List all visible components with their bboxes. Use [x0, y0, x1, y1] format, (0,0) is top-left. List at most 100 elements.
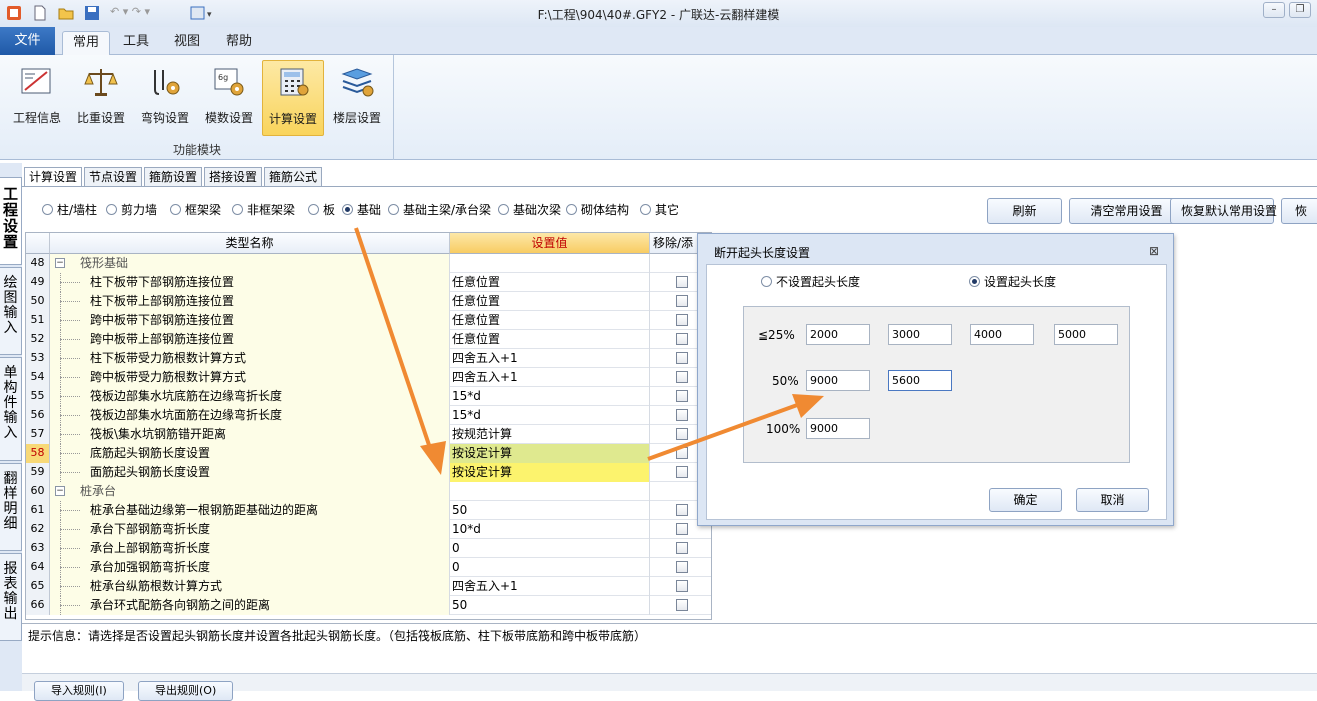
length-field-active[interactable]: 5600: [888, 370, 952, 391]
length-field[interactable]: 9000: [806, 418, 870, 439]
modulus-settings-button[interactable]: 6g 模数设置: [198, 60, 260, 136]
remove-checkbox[interactable]: [676, 561, 688, 573]
row-value[interactable]: 50: [450, 501, 650, 520]
side-tab-report[interactable]: 报表输出: [0, 553, 22, 641]
length-field[interactable]: 2000: [806, 324, 870, 345]
tab-lap-settings[interactable]: 搭接设置: [204, 167, 263, 187]
table-row[interactable]: 63 承台上部钢筋弯折长度 0: [26, 539, 711, 558]
table-row[interactable]: 49 柱下板带下部钢筋连接位置 任意位置: [26, 273, 711, 292]
tab-stirrup-formula[interactable]: 箍筋公式: [264, 167, 323, 187]
radio-other[interactable]: 其它: [640, 203, 679, 219]
remove-checkbox[interactable]: [676, 409, 688, 421]
clear-common-settings-button[interactable]: 清空常用设置: [1069, 198, 1184, 224]
project-info-button[interactable]: 工程信息: [6, 60, 68, 136]
tab-help[interactable]: 帮助: [218, 31, 260, 55]
table-row[interactable]: 61 桩承台基础边缘第一根钢筋距基础边的距离 50: [26, 501, 711, 520]
table-row[interactable]: 50 柱下板带上部钢筋连接位置 任意位置: [26, 292, 711, 311]
table-row[interactable]: 58 底筋起头钢筋长度设置 按设定计算: [26, 444, 711, 463]
floor-settings-button[interactable]: 楼层设置: [326, 60, 388, 136]
table-row[interactable]: 59 面筋起头钢筋长度设置 按设定计算: [26, 463, 711, 482]
row-value[interactable]: 任意位置: [450, 330, 650, 349]
table-row[interactable]: 52 跨中板带上部钢筋连接位置 任意位置: [26, 330, 711, 349]
collapse-icon[interactable]: −: [55, 258, 65, 268]
grid-group-row[interactable]: 60− 桩承台: [26, 482, 711, 501]
remove-checkbox[interactable]: [676, 371, 688, 383]
grid-group-row[interactable]: 48− 筏形基础: [26, 254, 711, 273]
row-value[interactable]: 四舍五入+1: [450, 368, 650, 387]
close-icon[interactable]: ⊠: [1149, 244, 1159, 258]
row-value[interactable]: 四舍五入+1: [450, 577, 650, 596]
row-value[interactable]: 15*d: [450, 387, 650, 406]
table-row[interactable]: 62 承台下部钢筋弯折长度 10*d: [26, 520, 711, 539]
radio-frame-beam[interactable]: 框架梁: [170, 203, 221, 219]
side-tab-detail[interactable]: 翻样明细: [0, 463, 22, 551]
ok-button[interactable]: 确定: [989, 488, 1062, 512]
table-row[interactable]: 65 桩承台纵筋根数计算方式 四舍五入+1: [26, 577, 711, 596]
length-field[interactable]: 5000: [1054, 324, 1118, 345]
side-tab-single-component[interactable]: 单构件输入: [0, 357, 22, 461]
tab-tools[interactable]: 工具: [115, 31, 157, 55]
tab-view[interactable]: 视图: [166, 31, 208, 55]
radio-no-start-length[interactable]: 不设置起头长度: [761, 275, 860, 291]
table-row[interactable]: 51 跨中板带下部钢筋连接位置 任意位置: [26, 311, 711, 330]
radio-nonframe-beam[interactable]: 非框架梁: [232, 203, 295, 219]
table-row[interactable]: 64 承台加强钢筋弯折长度 0: [26, 558, 711, 577]
radio-foundation-main-beam[interactable]: 基础主梁/承台梁: [388, 203, 491, 219]
remove-checkbox[interactable]: [676, 390, 688, 402]
side-tab-drawing-input[interactable]: 绘图输入: [0, 267, 22, 355]
length-field[interactable]: 9000: [806, 370, 870, 391]
length-field[interactable]: 3000: [888, 324, 952, 345]
export-rules-button[interactable]: 导出规则(O): [138, 681, 234, 701]
row-value[interactable]: 四舍五入+1: [450, 349, 650, 368]
tab-node-settings[interactable]: 节点设置: [84, 167, 143, 187]
table-row[interactable]: 66 承台环式配筋各向钢筋之间的距离 50: [26, 596, 711, 615]
cancel-button[interactable]: 取消: [1076, 488, 1149, 512]
table-row[interactable]: 57 筏板\集水坑钢筋错开距离 按规范计算: [26, 425, 711, 444]
radio-shear-wall[interactable]: 剪力墙: [106, 203, 157, 219]
row-value[interactable]: 50: [450, 596, 650, 615]
collapse-icon[interactable]: −: [55, 486, 65, 496]
row-value[interactable]: 10*d: [450, 520, 650, 539]
tab-file[interactable]: 文件: [0, 27, 55, 55]
row-value[interactable]: 按设定计算: [450, 444, 650, 463]
tab-calc-settings[interactable]: 计算设置: [24, 167, 83, 187]
row-value[interactable]: 按设定计算: [450, 463, 650, 482]
table-row[interactable]: 56 筏板边部集水坑面筋在边缘弯折长度 15*d: [26, 406, 711, 425]
radio-masonry[interactable]: 砌体结构: [566, 203, 629, 219]
tab-stirrup-settings[interactable]: 箍筋设置: [144, 167, 203, 187]
table-row[interactable]: 54 跨中板带受力筋根数计算方式 四舍五入+1: [26, 368, 711, 387]
remove-checkbox[interactable]: [676, 352, 688, 364]
row-value[interactable]: 任意位置: [450, 292, 650, 311]
row-value[interactable]: 任意位置: [450, 311, 650, 330]
remove-checkbox[interactable]: [676, 542, 688, 554]
remove-checkbox[interactable]: [676, 599, 688, 611]
row-value[interactable]: 按规范计算: [450, 425, 650, 444]
restore-icon[interactable]: ❐: [1289, 2, 1311, 18]
remove-checkbox[interactable]: [676, 523, 688, 535]
remove-checkbox[interactable]: [676, 333, 688, 345]
remove-checkbox[interactable]: [676, 580, 688, 592]
calc-settings-button[interactable]: 计算设置: [262, 60, 324, 136]
remove-checkbox[interactable]: [676, 466, 688, 478]
tab-common[interactable]: 常用: [62, 31, 110, 55]
radio-slab[interactable]: 板: [308, 203, 335, 219]
table-row[interactable]: 53 柱下板带受力筋根数计算方式 四舍五入+1: [26, 349, 711, 368]
radio-foundation-secondary-beam[interactable]: 基础次梁: [498, 203, 561, 219]
table-row[interactable]: 55 筏板边部集水坑底筋在边缘弯折长度 15*d: [26, 387, 711, 406]
refresh-button[interactable]: 刷新: [987, 198, 1062, 224]
minimize-icon[interactable]: –: [1263, 2, 1285, 18]
side-tab-project-settings[interactable]: 工程设置: [0, 177, 22, 265]
row-value[interactable]: 0: [450, 539, 650, 558]
remove-checkbox[interactable]: [676, 447, 688, 459]
row-value[interactable]: 15*d: [450, 406, 650, 425]
hook-settings-button[interactable]: 弯钩设置: [134, 60, 196, 136]
remove-checkbox[interactable]: [676, 504, 688, 516]
restore-default-button[interactable]: 恢复默认常用设置: [1170, 198, 1277, 224]
length-field[interactable]: 4000: [970, 324, 1034, 345]
density-settings-button[interactable]: 比重设置: [70, 60, 132, 136]
remove-checkbox[interactable]: [676, 295, 688, 307]
import-rules-button[interactable]: 导入规则(I): [34, 681, 124, 701]
remove-checkbox[interactable]: [676, 314, 688, 326]
remove-checkbox[interactable]: [676, 428, 688, 440]
radio-set-start-length[interactable]: 设置起头长度: [969, 275, 1056, 291]
